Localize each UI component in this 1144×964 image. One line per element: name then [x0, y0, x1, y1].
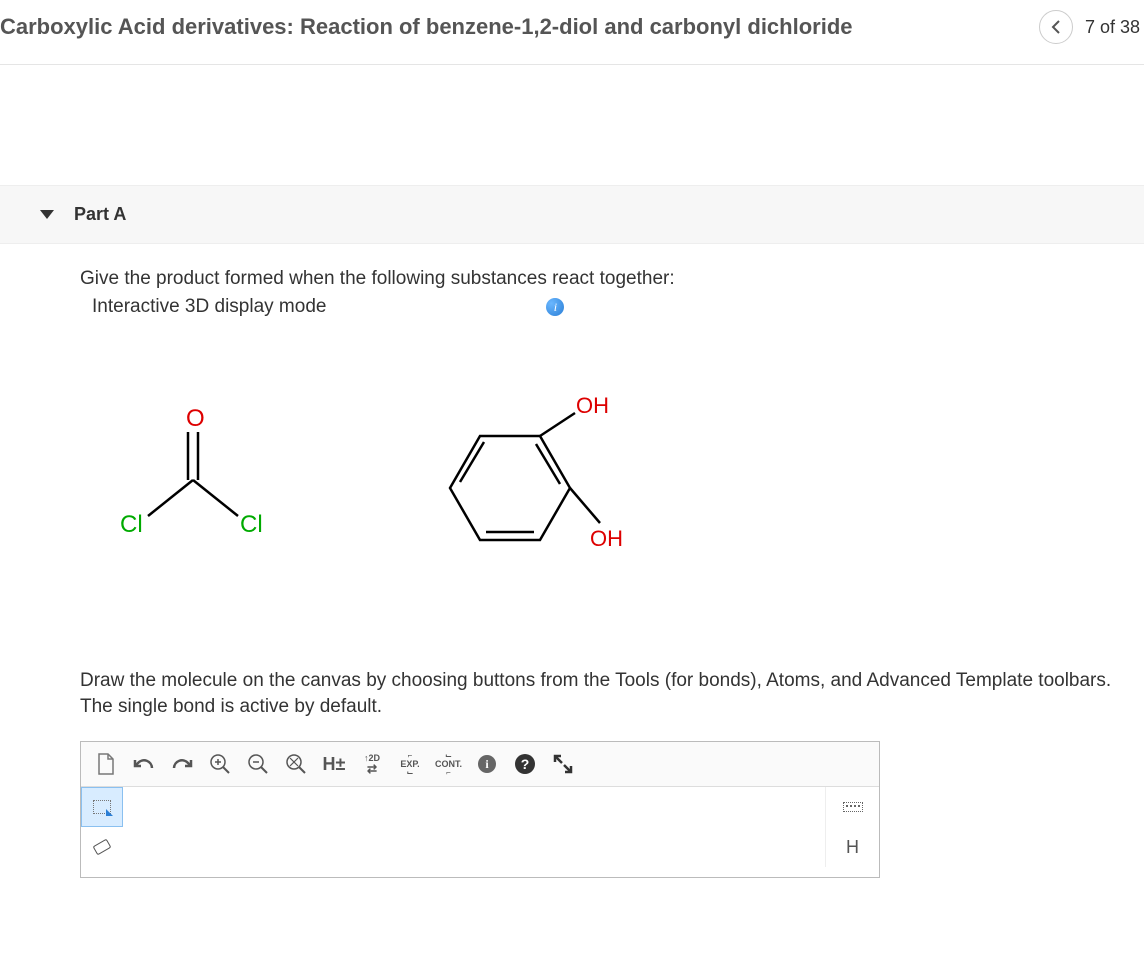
- part-header[interactable]: Part A: [0, 185, 1144, 244]
- reagent-structures: O Cl Cl OH OH: [80, 318, 1124, 668]
- pager: 7 of 38: [1039, 10, 1144, 44]
- info-button[interactable]: i: [470, 748, 504, 780]
- zoom-out-button[interactable]: [241, 748, 275, 780]
- spacer: [0, 65, 1144, 185]
- left-tools: [81, 787, 123, 867]
- zoom-fit-icon: [285, 753, 307, 775]
- drawing-instructions: Draw the molecule on the canvas by choos…: [80, 668, 1124, 741]
- undo-icon: [132, 754, 156, 774]
- zoom-out-icon: [247, 753, 269, 775]
- new-file-button[interactable]: [89, 748, 123, 780]
- page-indicator: 7 of 38: [1085, 17, 1140, 38]
- fullscreen-icon: [553, 754, 573, 774]
- atom-cl-left: Cl: [120, 511, 143, 538]
- info-circle-icon: i: [478, 755, 496, 773]
- eraser-tool[interactable]: [81, 827, 123, 867]
- zoom-in-button[interactable]: [203, 748, 237, 780]
- atom-cl-right: Cl: [240, 511, 263, 538]
- expand-button[interactable]: ⌐ EXP. ⌙: [393, 748, 427, 780]
- caret-down-icon: [40, 210, 54, 219]
- contract-button[interactable]: ⌙ CONT. ⌐: [431, 748, 466, 780]
- editor-canvas[interactable]: H: [81, 787, 879, 877]
- atom-o: O: [186, 405, 205, 432]
- molecule-phosgene: O Cl Cl: [100, 398, 280, 578]
- atom-oh-bottom: OH: [590, 526, 623, 551]
- page-header: Carboxylic Acid derivatives: Reaction of…: [0, 0, 1144, 65]
- h-toggle-label: H±: [323, 754, 346, 775]
- molecule-editor: H± ↑2D ⇄ ⌐ EXP. ⌙ ⌙ CONT. ⌐ i ?: [80, 741, 880, 878]
- atom-h-label: H: [846, 837, 859, 858]
- question-content: Give the product formed when the followi…: [0, 244, 1144, 878]
- file-icon: [96, 753, 116, 775]
- display-mode-label: Interactive 3D display mode: [92, 296, 326, 318]
- atom-h-button[interactable]: H: [826, 827, 879, 867]
- page-title: Carboxylic Acid derivatives: Reaction of…: [0, 14, 853, 40]
- info-icon[interactable]: i: [546, 298, 564, 316]
- part-label: Part A: [74, 204, 126, 225]
- zoom-in-icon: [209, 753, 231, 775]
- hydrogen-toggle-button[interactable]: H±: [317, 748, 351, 780]
- redo-icon: [170, 754, 194, 774]
- fullscreen-button[interactable]: [546, 748, 580, 780]
- help-circle-icon: ?: [515, 754, 535, 774]
- editor-toolbar: H± ↑2D ⇄ ⌐ EXP. ⌙ ⌙ CONT. ⌐ i ?: [81, 742, 879, 787]
- eraser-icon: [93, 839, 112, 856]
- display-mode-row: Interactive 3D display mode i: [80, 296, 1124, 318]
- ruler-icon: [843, 802, 863, 812]
- prev-button[interactable]: [1039, 10, 1073, 44]
- marquee-tool[interactable]: [81, 787, 123, 827]
- redo-button[interactable]: [165, 748, 199, 780]
- marquee-icon: [93, 800, 111, 814]
- help-button[interactable]: ?: [508, 748, 542, 780]
- right-tools: H: [825, 787, 879, 867]
- atom-oh-top: OH: [576, 393, 609, 418]
- chevron-left-icon: [1050, 20, 1062, 34]
- undo-button[interactable]: [127, 748, 161, 780]
- molecule-catechol: OH OH: [390, 388, 640, 588]
- zoom-fit-button[interactable]: [279, 748, 313, 780]
- ruler-tool[interactable]: [826, 787, 879, 827]
- view-2d-button[interactable]: ↑2D ⇄: [355, 748, 389, 780]
- question-prompt: Give the product formed when the followi…: [80, 268, 1124, 290]
